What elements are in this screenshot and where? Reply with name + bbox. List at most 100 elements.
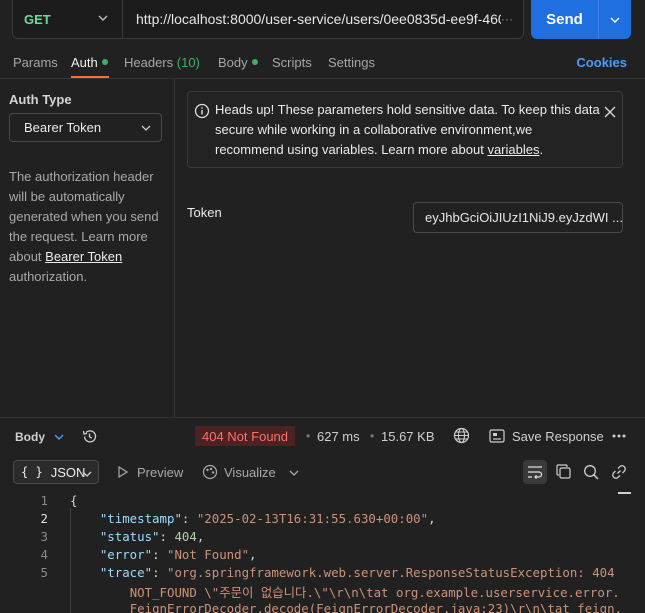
auth-type-select[interactable]: Bearer Token	[9, 113, 162, 142]
auth-description: The authorization header will be automat…	[9, 167, 167, 287]
response-size[interactable]: 15.67 KB	[381, 429, 435, 444]
json-string: "Not Found"	[166, 547, 250, 562]
tab-headers-label: Headers	[124, 55, 174, 70]
url-input[interactable]: http://localhost:8000/user-service/users…	[123, 11, 501, 27]
chevron-down-icon[interactable]	[54, 432, 64, 442]
tab-body[interactable]: Body	[218, 55, 258, 70]
code-text: :	[181, 511, 197, 526]
line-number: 2	[40, 511, 48, 526]
code-line: "trace": "org.springframework.web.server…	[70, 565, 615, 580]
json-string: NOT_FOUND \"주문이 없습니다.\"\r\n\tat org.exam…	[129, 585, 620, 600]
tab-params[interactable]: Params	[13, 55, 58, 70]
json-key: "status"	[99, 529, 160, 544]
globe-icon[interactable]	[453, 427, 470, 444]
format-select[interactable]: { } JSON	[13, 460, 99, 484]
save-response-button[interactable]: Save Response	[512, 429, 604, 444]
tab-auth-label: Auth	[71, 55, 98, 70]
code-text: ,	[428, 511, 436, 526]
code-text: :	[152, 547, 167, 562]
chevron-down-icon	[610, 17, 620, 23]
tab-settings[interactable]: Settings	[328, 55, 375, 70]
link-icon[interactable]	[611, 464, 627, 480]
json-key: "timestamp"	[99, 511, 182, 526]
method-label: GET	[24, 11, 51, 27]
format-label: JSON	[50, 464, 86, 480]
response-time[interactable]: 627 ms	[317, 429, 360, 444]
banner-text: Heads up! These parameters hold sensitiv…	[215, 100, 600, 160]
method-select[interactable]: GET	[13, 0, 123, 38]
divider[interactable]	[0, 417, 645, 418]
visualize-icon	[202, 464, 218, 480]
line-number: 3	[40, 529, 48, 544]
auth-type-value: Bearer Token	[24, 120, 102, 135]
response-header: Body 404 Not Found • 627 ms • 15.67 KB S…	[0, 424, 645, 448]
auth-desc-text-end: authorization.	[9, 269, 88, 284]
send-button[interactable]: Send	[531, 0, 599, 39]
request-tabs: Params Auth Headers (10) Body Scripts Se…	[0, 50, 645, 78]
code-line: NOT_FOUND \"주문이 없습니다.\"\r\n\tat org.exam…	[70, 583, 620, 601]
separator: •	[370, 429, 375, 443]
divider	[0, 78, 645, 79]
url-bar: GET http://localhost:8000/user-service/u…	[12, 0, 524, 39]
tab-auth[interactable]: Auth	[71, 55, 108, 70]
code-line: "timestamp": "2025-02-13T16:31:55.630+00…	[70, 511, 436, 526]
chevron-down-icon[interactable]	[289, 468, 299, 478]
bearer-token-link[interactable]: Bearer Token	[45, 249, 122, 264]
tab-body-label: Body	[218, 55, 248, 70]
variables-link[interactable]: variables	[487, 142, 539, 157]
line-number: 1	[40, 493, 48, 508]
json-key: "trace"	[99, 565, 153, 580]
response-body-label[interactable]: Body	[15, 430, 45, 444]
panel-divider[interactable]	[174, 79, 175, 417]
auth-type-label: Auth Type	[9, 92, 72, 107]
json-string: "org.springframework.web.server.Response…	[166, 565, 615, 580]
chevron-down-icon	[82, 471, 92, 477]
status-dot	[251, 59, 258, 65]
send-options-button[interactable]	[599, 0, 631, 39]
info-icon	[194, 103, 210, 119]
separator: •	[306, 429, 311, 443]
response-code-viewer[interactable]: 1 2 3 4 5 { "timestamp": "2025-02-13T16:…	[0, 490, 645, 613]
code-line: "status": 404,	[70, 529, 204, 544]
status-badge[interactable]: 404 Not Found	[195, 426, 296, 446]
play-icon	[118, 466, 129, 478]
code-text: ,	[196, 529, 205, 544]
search-icon[interactable]	[583, 464, 599, 480]
json-key: "error"	[99, 547, 153, 562]
cookies-link[interactable]: Cookies	[576, 55, 627, 70]
banner-end: .	[539, 142, 544, 157]
code-text: ,	[249, 547, 257, 562]
response-toolbar: { } JSON Preview Visualize	[0, 458, 645, 486]
url-overflow: ···	[501, 12, 513, 26]
tab-scripts[interactable]: Scripts	[272, 55, 312, 70]
code-line: "error": "Not Found",	[70, 547, 257, 562]
preview-tab[interactable]: Preview	[137, 465, 183, 480]
visualize-tab[interactable]: Visualize	[224, 465, 276, 480]
history-icon[interactable]	[81, 428, 98, 445]
token-input[interactable]: eyJhbGciOiJIUzI1NiJ9.eyJzdWI ...	[413, 202, 623, 233]
code-text: :	[152, 565, 167, 580]
json-number: 404	[174, 529, 197, 544]
line-number: 5	[40, 565, 48, 580]
close-icon[interactable]	[603, 105, 617, 119]
scrollbar[interactable]	[618, 492, 631, 494]
json-string: FeignErrorDecoder.decode(FeignErrorDecod…	[129, 601, 623, 613]
braces-icon: { }	[21, 465, 43, 479]
code-text: :	[159, 529, 175, 544]
headers-count: (10)	[176, 55, 200, 70]
save-icon[interactable]	[489, 429, 505, 443]
more-icon[interactable]	[611, 428, 627, 444]
chevron-down-icon	[98, 15, 108, 21]
code-line: {	[70, 493, 77, 508]
status-dot	[101, 59, 108, 65]
tab-headers[interactable]: Headers (10)	[124, 55, 200, 70]
code-line: FeignErrorDecoder.decode(FeignErrorDecod…	[70, 601, 622, 613]
chevron-down-icon	[141, 125, 151, 131]
wrap-lines-button[interactable]	[523, 460, 547, 484]
copy-icon[interactable]	[556, 464, 571, 479]
